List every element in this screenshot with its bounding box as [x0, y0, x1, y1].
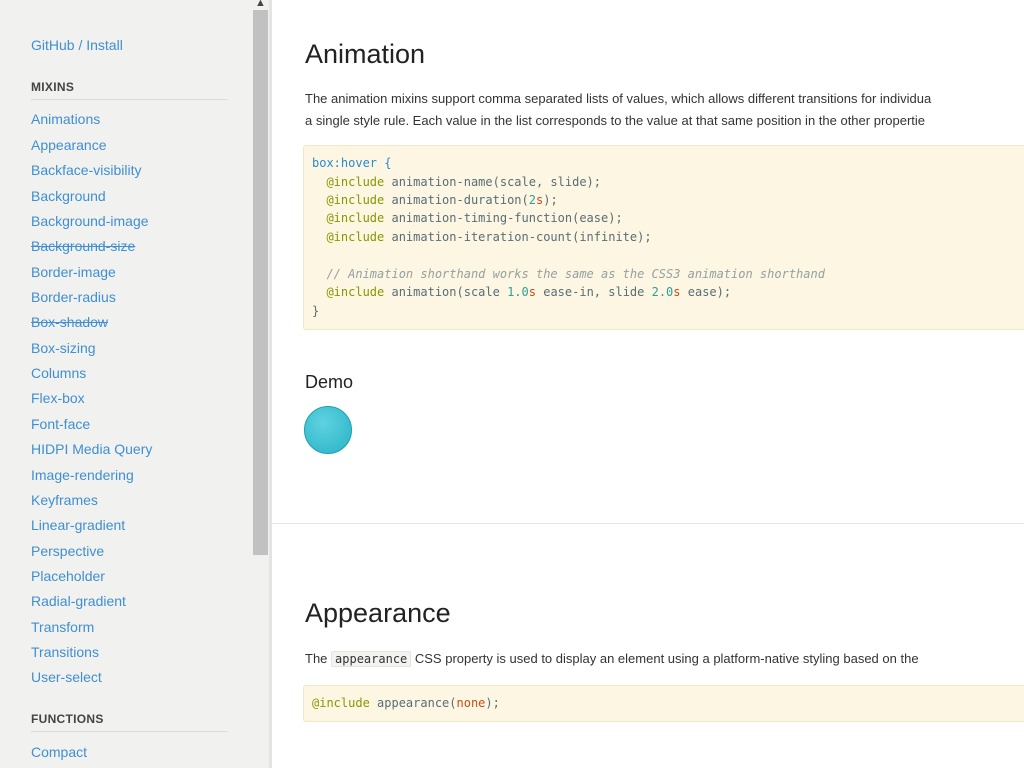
sidebar-item-background-size[interactable]: Background-size — [31, 237, 135, 255]
appearance-code-block: @include appearance(none); — [303, 685, 1024, 722]
sidebar-item-appearance[interactable]: Appearance — [31, 136, 107, 154]
code-line-animation-timing-function: @include animation-timing-function(ease)… — [312, 209, 623, 227]
github-install-link[interactable]: GitHub / Install — [31, 36, 123, 54]
code-call: animation-iteration-count(infinite); — [384, 230, 652, 244]
appearance-inline-code: appearance — [331, 651, 412, 667]
animation-description-line-1: The animation mixins support comma separ… — [305, 91, 932, 106]
sidebar-item-radial-gradient[interactable]: Radial-gradient — [31, 592, 126, 610]
code-selector-line: box:hover { — [312, 154, 391, 172]
code-line-animation-shorthand: @include animation(scale 1.0s ease-in, s… — [312, 283, 731, 301]
appearance-desc-post: CSS property is used to display an eleme… — [411, 651, 919, 666]
animation-code-block: box:hover { @include animation-name(scal… — [303, 145, 1024, 330]
functions-heading: FUNCTIONS — [31, 712, 104, 726]
sidebar-item-border-image[interactable]: Border-image — [31, 263, 116, 281]
code-unit: s — [673, 285, 681, 299]
sidebar-item-backface-visibility[interactable]: Backface-visibility — [31, 161, 141, 179]
animation-title: Animation — [305, 39, 426, 69]
code-comment-line: // Animation shorthand works the same as… — [312, 265, 825, 283]
sidebar-item-box-sizing[interactable]: Box-sizing — [31, 339, 96, 357]
appearance-desc-pre: The — [305, 651, 332, 666]
code-call: animation-duration( — [384, 193, 529, 207]
appearance-title: Appearance — [305, 598, 451, 628]
sidebar-item-linear-gradient[interactable]: Linear-gradient — [31, 516, 125, 534]
sidebar-item-background-image[interactable]: Background-image — [31, 212, 149, 230]
sidebar-item-hidpi-media-query[interactable]: HIDPI Media Query — [31, 440, 152, 458]
code-call: animation-name(scale, slide); — [384, 175, 601, 189]
code-number: 1.0 — [507, 285, 529, 299]
sidebar-item-image-rendering[interactable]: Image-rendering — [31, 466, 134, 484]
sidebar-item-placeholder[interactable]: Placeholder — [31, 567, 105, 585]
code-selector: box:hover { — [312, 156, 392, 170]
demo-animated-circle — [304, 406, 352, 454]
sidebar-item-user-select[interactable]: User-select — [31, 668, 102, 686]
sidebar-item-box-shadow[interactable]: Box-shadow — [31, 313, 108, 331]
code-keyword: @include — [326, 230, 385, 244]
code-tail: ); — [485, 696, 500, 710]
sidebar-item-compact[interactable]: Compact — [31, 743, 87, 761]
mixins-divider — [31, 99, 228, 100]
code-call: animation(scale — [384, 285, 508, 299]
section-divider — [272, 523, 1024, 524]
sidebar-nav: GitHub / Install MIXINS Animations Appea… — [0, 0, 252, 768]
sidebar-item-keyframes[interactable]: Keyframes — [31, 491, 98, 509]
code-keyword: @include — [326, 175, 385, 189]
code-tail: ease); — [680, 285, 732, 299]
code-number: 2.0 — [651, 285, 674, 299]
code-line-animation-duration: @include animation-duration(2s); — [312, 191, 558, 209]
code-keyword: @include — [312, 696, 370, 710]
sidebar-item-font-face[interactable]: Font-face — [31, 415, 90, 433]
sidebar-item-background[interactable]: Background — [31, 187, 106, 205]
scroll-up-arrow-icon[interactable]: ▲ — [252, 0, 269, 10]
code-closing-brace: } — [312, 304, 320, 318]
code-unit: s — [528, 285, 536, 299]
sidebar-item-animations[interactable]: Animations — [31, 110, 100, 128]
sidebar-item-columns[interactable]: Columns — [31, 364, 86, 382]
code-line-animation-iteration-count: @include animation-iteration-count(infin… — [312, 228, 652, 246]
code-keyword: @include — [326, 211, 385, 225]
sidebar-item-flex-box[interactable]: Flex-box — [31, 389, 85, 407]
sidebar-scrollbar-thumb[interactable] — [253, 10, 268, 555]
code-line-appearance: @include appearance(none); — [312, 694, 500, 712]
demo-title: Demo — [305, 372, 354, 392]
appearance-description: The appearance CSS property is used to d… — [305, 648, 919, 670]
mixins-heading: MIXINS — [31, 80, 75, 94]
sidebar-item-transitions[interactable]: Transitions — [31, 643, 99, 661]
animation-description-line-2: a single style rule. Each value in the l… — [305, 113, 926, 128]
code-keyword: @include — [326, 193, 385, 207]
sidebar-item-perspective[interactable]: Perspective — [31, 542, 104, 560]
code-keyword: @include — [326, 285, 385, 299]
code-value: none — [456, 696, 486, 710]
code-tail: ); — [543, 193, 558, 207]
sidebar-item-transform[interactable]: Transform — [31, 618, 94, 636]
functions-divider — [31, 731, 228, 732]
code-line-animation-name: @include animation-name(scale, slide); — [312, 173, 601, 191]
code-call: ease-in, slide — [536, 285, 652, 299]
code-comment: // Animation shorthand works the same as… — [326, 267, 825, 281]
main-content: Animation The animation mixins support c… — [272, 0, 1024, 768]
sidebar-item-border-radius[interactable]: Border-radius — [31, 288, 116, 306]
code-close-line: } — [312, 302, 319, 320]
code-call: animation-timing-function(ease); — [384, 211, 623, 225]
code-number: 2 — [528, 193, 536, 207]
code-call: appearance( — [369, 696, 457, 710]
